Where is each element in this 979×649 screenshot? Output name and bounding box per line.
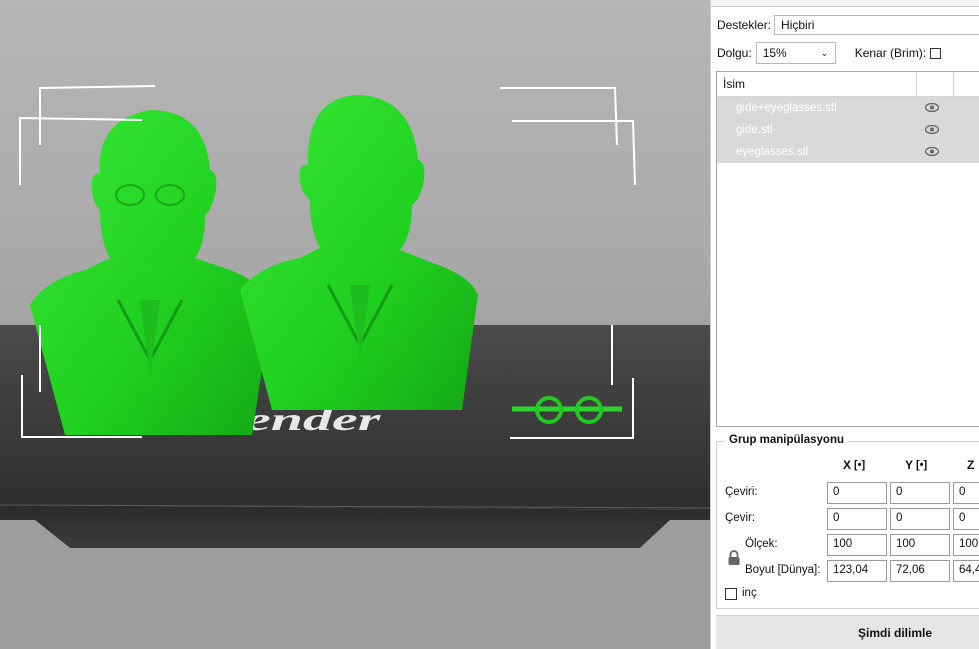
- translate-y-input[interactable]: 0: [890, 482, 950, 504]
- size-x-input[interactable]: 123,04: [827, 560, 887, 582]
- panel-top-strip: [711, 0, 979, 7]
- size-z-input[interactable]: 64,4: [953, 560, 979, 582]
- slice-now-label: Şimdi dilimle: [857, 625, 932, 640]
- object-name: eyeglasses.stl: [736, 146, 809, 158]
- brim-checkbox[interactable]: [930, 47, 942, 59]
- rotate-x-input[interactable]: 0: [827, 508, 887, 530]
- axis-z-label: Z: [967, 458, 975, 472]
- 3d-viewport[interactable]: ender: [0, 0, 710, 649]
- object-list: İsim gide+eyeglasses.stl gide.stl eyegla…: [716, 71, 979, 427]
- supports-value: Hiçbiri: [781, 18, 815, 32]
- eye-icon[interactable]: [925, 125, 939, 134]
- rotate-y-input[interactable]: 0: [890, 508, 950, 530]
- infill-label: Dolgu:: [717, 46, 752, 60]
- object-list-header: İsim: [717, 72, 979, 97]
- rotate-label: Çevir:: [725, 512, 756, 524]
- supports-dropdown[interactable]: Hiçbiri: [774, 15, 979, 35]
- scale-z-input[interactable]: 100: [953, 534, 979, 556]
- visibility-column-header: [917, 72, 954, 96]
- object-name: gide+eyeglasses.stl: [736, 102, 837, 114]
- scale-x-input[interactable]: 100: [827, 534, 887, 556]
- axis-y-label: Y: [905, 458, 914, 472]
- group-manipulation-title: Grup manipülasyonu: [725, 434, 849, 446]
- list-item[interactable]: gide+eyeglasses.stl: [717, 97, 979, 119]
- list-item[interactable]: eyeglasses.stl: [717, 141, 979, 163]
- lock-icon[interactable]: [727, 550, 741, 566]
- infill-value: 15%: [762, 46, 787, 60]
- inch-label: inç: [742, 587, 757, 599]
- chevron-down-icon: ⌄: [820, 47, 829, 59]
- axis-x-label: X: [843, 458, 852, 472]
- snap-icon: [•]: [854, 459, 866, 471]
- supports-label: Destekler:: [717, 18, 772, 32]
- axis-z-header: Z: [967, 458, 974, 472]
- axis-y-header: Y [•]: [905, 458, 927, 472]
- supports-row: Destekler: Hiçbiri: [717, 15, 979, 35]
- rotate-z-input[interactable]: 0: [953, 508, 979, 530]
- size-y-input[interactable]: 72,06: [890, 560, 950, 582]
- scene-svg: ender: [0, 85, 710, 649]
- size-label: Boyut [Dünya]:: [745, 564, 821, 576]
- translate-z-input[interactable]: 0: [953, 482, 979, 504]
- bust-with-glasses-model[interactable]: [30, 110, 272, 435]
- eye-icon[interactable]: [925, 103, 939, 112]
- slice-now-button[interactable]: Şimdi dilimle: [716, 615, 979, 649]
- bust-model[interactable]: [240, 95, 478, 410]
- eye-icon[interactable]: [925, 147, 939, 156]
- translate-label: Çeviri:: [725, 486, 758, 498]
- brim-label: Kenar (Brim):: [854, 46, 927, 60]
- inch-checkbox[interactable]: [725, 588, 737, 600]
- object-name: gide.stl: [736, 124, 773, 136]
- print-settings-panel: Destekler: Hiçbiri Dolgu: 15% ⌄ Kenar (B…: [710, 0, 979, 649]
- scale-label: Ölçek:: [745, 538, 778, 550]
- infill-dropdown[interactable]: 15% ⌄: [755, 42, 836, 64]
- name-column-header[interactable]: İsim: [717, 72, 917, 96]
- infill-row: Dolgu: 15% ⌄ Kenar (Brim):: [717, 42, 942, 64]
- axis-x-header: X [•]: [843, 458, 865, 472]
- group-manipulation-panel: Grup manipülasyonu X [•] Y [•] Z Çeviri:…: [716, 434, 979, 609]
- snap-icon: [•]: [916, 459, 928, 471]
- scale-y-input[interactable]: 100: [890, 534, 950, 556]
- translate-x-input[interactable]: 0: [827, 482, 887, 504]
- list-item[interactable]: gide.stl: [717, 119, 979, 141]
